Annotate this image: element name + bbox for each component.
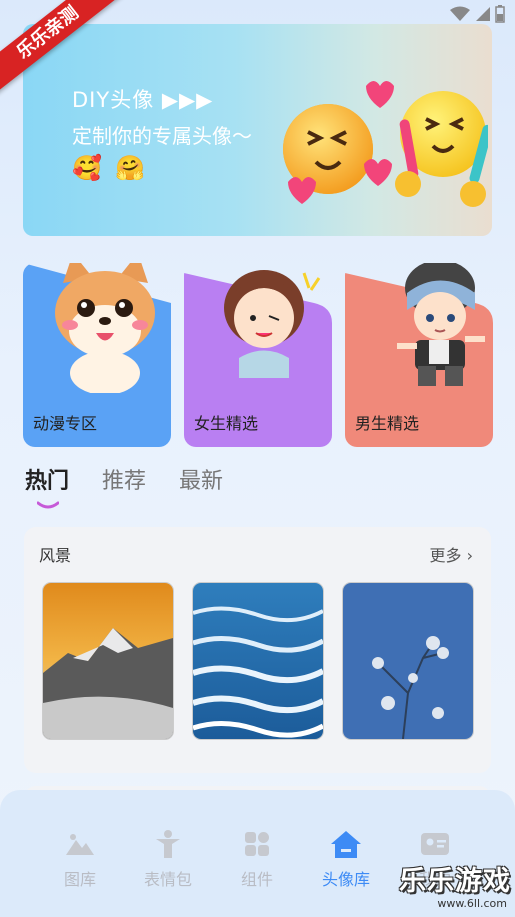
corner-ribbon: 乐乐亲测 [0,0,130,110]
nav-avatars[interactable]: 头像库 [306,828,386,890]
scenery-thumb-flowers[interactable] [342,582,474,740]
tab-recommend[interactable]: 推荐 [102,463,146,495]
tab-hot[interactable]: 热门 [25,463,69,495]
mountain-image [43,583,173,739]
nav-gallery[interactable]: 图库 [40,828,120,890]
scenery-thumb-sea[interactable] [192,582,324,740]
nav-label: 图库 [63,870,96,889]
id-card-icon [421,833,449,855]
emoji-hug-icon: 🤗 [115,154,145,182]
category-label: 女生精选 [194,414,259,433]
category-anime[interactable]: 动漫专区 [23,263,171,447]
scenery-section: 风景 更多 › [24,527,491,773]
category-row: 动漫专区 女生精选 男生精选 [23,263,493,447]
battery-icon [495,5,505,23]
boy-avatar-icon [397,263,485,386]
shiba-dog-icon [55,263,155,393]
watermark-url: www.6ll.com [437,897,507,910]
watermark-logo: 乐乐游戏 www.6ll.com [399,859,511,911]
figure-icon [156,830,180,858]
category-girls[interactable]: 女生精选 [184,263,332,447]
ribbon-text: 乐乐亲测 [0,0,129,101]
category-boys[interactable]: 男生精选 [345,263,493,447]
home-icon [331,831,361,858]
more-label: 更多 [429,546,462,565]
chevron-right-icon: › [466,546,473,565]
tab-latest[interactable]: 最新 [179,463,223,495]
emoji-illustration-icon [283,81,488,207]
signal-icon [476,7,490,21]
banner-subtitle: 定制你的专属头像～ [72,124,252,148]
category-label: 动漫专区 [33,414,98,433]
nav-label: 表情包 [143,870,192,889]
wifi-icon [450,6,470,21]
tab-bar: 热门 推荐 最新 [25,463,325,513]
tab-active-indicator [37,501,59,509]
emoji-blush-icon: 🥰 [72,154,102,182]
status-icons [449,5,505,23]
scenery-thumb-mountain[interactable] [42,582,174,740]
sea-waves-image [193,583,323,739]
grid-icon [245,832,269,856]
magnolia-image [343,583,473,739]
mountain-icon [66,834,94,855]
watermark-text: 乐乐游戏 [399,866,511,897]
girl-avatar-icon [224,270,321,378]
section-title: 风景 [39,546,72,565]
more-link[interactable]: 更多 › [429,542,473,566]
nav-label: 组件 [240,870,273,889]
nav-widgets[interactable]: 组件 [217,828,297,890]
nav-stickers[interactable]: 表情包 [128,828,208,890]
nav-label: 头像库 [321,870,370,889]
category-label: 男生精选 [355,414,420,433]
